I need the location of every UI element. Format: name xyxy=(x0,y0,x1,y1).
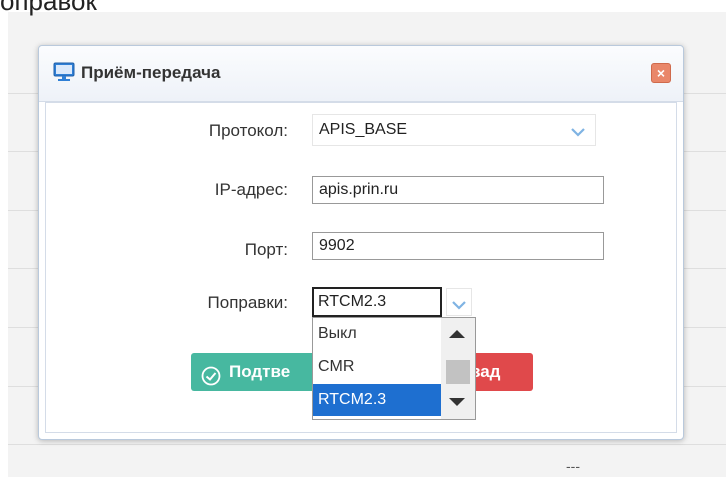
port-label: Порт: xyxy=(244,240,288,259)
close-button[interactable]: × xyxy=(651,63,671,83)
footer-dash: --- xyxy=(566,458,580,474)
protocol-value: APIS_BASE xyxy=(319,121,408,138)
confirm-button[interactable]: Подтве xyxy=(191,353,331,391)
protocol-select[interactable]: APIS_BASE xyxy=(312,114,596,146)
ip-address-input[interactable] xyxy=(312,176,604,204)
corrections-dropdown-list: Выкл CMR RTCM2.3 xyxy=(312,317,476,420)
scroll-up-icon[interactable] xyxy=(449,330,465,338)
chevron-down-icon xyxy=(571,124,585,142)
option-cmr[interactable]: CMR xyxy=(313,351,441,383)
dropdown-scrollbar[interactable] xyxy=(441,318,475,419)
corrections-select[interactable]: RTCM2.3 xyxy=(312,287,442,317)
page-title: оправок xyxy=(0,0,97,16)
check-circle-icon xyxy=(201,362,221,391)
protocol-label: Протокол: xyxy=(208,121,288,140)
dialog-title: Приём-передача xyxy=(81,63,221,82)
dialog-header[interactable]: Приём-передача × xyxy=(39,46,683,102)
chevron-down-icon xyxy=(452,297,466,315)
scroll-thumb[interactable] xyxy=(446,360,470,384)
back-button-label: зад xyxy=(472,362,501,381)
corrections-dropdown-toggle[interactable] xyxy=(446,288,472,316)
port-input[interactable] xyxy=(312,232,604,260)
corrections-value: RTCM2.3 xyxy=(318,293,387,310)
option-off[interactable]: Выкл xyxy=(313,318,441,350)
scroll-down-icon[interactable] xyxy=(449,398,465,406)
close-icon: × xyxy=(656,65,666,81)
corrections-label: Поправки: xyxy=(207,293,288,312)
ip-label: IP-адрес: xyxy=(214,180,288,199)
monitor-icon xyxy=(53,62,75,87)
divider xyxy=(8,444,726,445)
confirm-button-label: Подтве xyxy=(229,362,291,381)
option-rtcm23[interactable]: RTCM2.3 xyxy=(313,384,441,416)
